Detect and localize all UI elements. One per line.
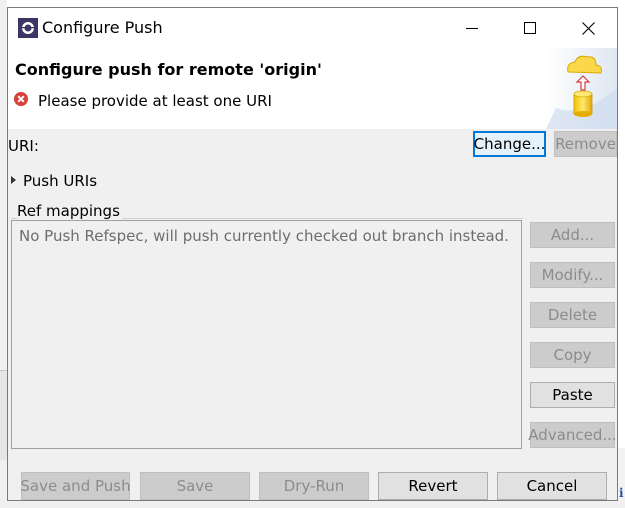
minimize-icon xyxy=(466,28,478,29)
close-icon xyxy=(581,21,595,35)
dry-run-button[interactable]: Dry-Run xyxy=(259,472,369,500)
title-bar[interactable]: Configure Push xyxy=(8,8,617,48)
header-title: Configure push for remote 'origin' xyxy=(15,60,322,79)
maximize-icon xyxy=(524,22,536,34)
modify-refspec-button[interactable]: Modify... xyxy=(530,262,615,288)
uri-label: URI: xyxy=(8,137,39,155)
triangle-right-icon[interactable] xyxy=(11,176,16,184)
error-icon xyxy=(14,92,28,106)
refspec-list[interactable]: No Push Refspec, will push currently che… xyxy=(11,220,522,449)
ref-mappings-label: Ref mappings xyxy=(17,202,122,220)
revert-button[interactable]: Revert xyxy=(378,472,488,500)
paste-refspec-button[interactable]: Paste xyxy=(530,382,615,408)
refspec-placeholder: No Push Refspec, will push currently che… xyxy=(19,227,509,245)
background-info-glyph: i xyxy=(619,486,624,500)
delete-refspec-button[interactable]: Delete xyxy=(530,302,615,328)
advanced-refspec-button[interactable]: Advanced... xyxy=(528,422,617,448)
window-title: Configure Push xyxy=(42,18,163,37)
eclipse-icon xyxy=(18,18,38,38)
background-window-bottom xyxy=(0,500,625,508)
dialog-header: Configure push for remote 'origin' Pleas… xyxy=(8,48,617,129)
save-and-push-button[interactable]: Save and Push xyxy=(20,472,131,500)
maximize-button[interactable] xyxy=(501,8,559,48)
save-button[interactable]: Save xyxy=(140,472,250,500)
close-button[interactable] xyxy=(559,8,617,48)
configure-push-dialog: Configure Push Configure push for remote… xyxy=(7,7,618,501)
minimize-button[interactable] xyxy=(443,8,501,48)
remove-uri-button[interactable]: Remove xyxy=(554,131,617,157)
add-refspec-button[interactable]: Add... xyxy=(530,222,615,248)
error-message: Please provide at least one URI xyxy=(38,92,272,110)
cloud-database-push-icon xyxy=(546,48,617,129)
cancel-button[interactable]: Cancel xyxy=(497,472,607,500)
background-window-strip xyxy=(0,370,7,460)
push-uris-toggle[interactable]: Push URIs xyxy=(23,172,97,190)
copy-refspec-button[interactable]: Copy xyxy=(530,342,615,368)
change-uri-button[interactable]: Change... xyxy=(473,131,546,157)
